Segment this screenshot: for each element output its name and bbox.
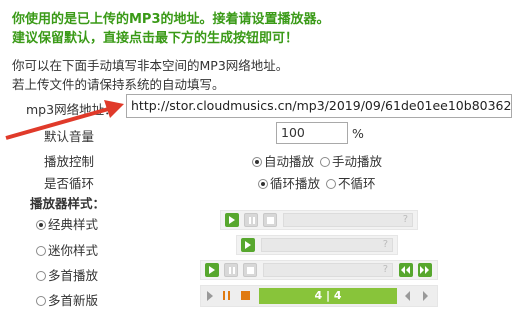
volume-unit: %: [352, 126, 364, 141]
progress-track: ?: [263, 263, 393, 277]
style-multi-dot[interactable]: [36, 271, 46, 281]
track-status: ?: [382, 239, 388, 250]
style-classic-dot[interactable]: [36, 220, 46, 230]
play-control-label: 播放控制: [44, 154, 95, 169]
radio-autoplay[interactable]: 自动播放: [252, 151, 314, 170]
style-multi[interactable]: 多首播放: [36, 265, 98, 284]
classic-player-preview: ?: [220, 210, 418, 230]
radio-no-loop-dot[interactable]: [326, 179, 336, 189]
style-multi-new[interactable]: 多首新版: [36, 290, 98, 309]
style-mini[interactable]: 迷你样式: [36, 240, 98, 259]
play-icon: [207, 291, 213, 301]
stop-icon: [241, 291, 250, 300]
mini-player-preview: ?: [236, 235, 398, 255]
volume-label: 默认音量: [44, 129, 95, 144]
next-track-icon: [423, 291, 428, 301]
note-line-1: 你可以在下面手动填写非本空间的MP3网络地址。: [12, 58, 289, 73]
radio-manual-label: 手动播放: [332, 154, 383, 169]
progress-track: ?: [261, 238, 393, 252]
mp3-url-input[interactable]: http://stor.cloudmusics.cn/mp3/2019/09/6…: [126, 94, 512, 118]
previous-track-icon: [405, 291, 410, 301]
style-classic-label: 经典样式: [48, 217, 99, 232]
play-icon: [241, 238, 255, 252]
play-icon: [205, 263, 219, 277]
radio-autoplay-label: 自动播放: [264, 154, 315, 169]
pause-icon: [224, 263, 238, 277]
style-multi-label: 多首播放: [48, 268, 99, 283]
style-mini-label: 迷你样式: [48, 243, 99, 258]
multi-new-player-preview: 4 | 4: [200, 285, 438, 307]
pause-icon: [244, 213, 258, 227]
hint-line-1: 你使用的是已上传的MP3的地址。接着请设置播放器。: [12, 12, 330, 27]
previous-track-icon: [399, 263, 413, 277]
radio-manual-dot[interactable]: [320, 157, 330, 167]
style-multi-new-dot[interactable]: [36, 296, 46, 306]
pause-icon-bar: [228, 291, 230, 300]
radio-autoplay-dot[interactable]: [252, 157, 262, 167]
radio-no-loop[interactable]: 不循环: [326, 173, 376, 192]
radio-loop[interactable]: 循环播放: [258, 173, 320, 192]
stop-icon: [263, 213, 277, 227]
multi-player-preview: ?: [200, 260, 438, 280]
hint-line-2: 建议保留默认，直接点击最下方的生成按钮即可！: [12, 31, 299, 46]
note-line-2: 若上传文件的请保持系统的自动填写。: [12, 77, 225, 92]
radio-manual[interactable]: 手动播放: [320, 151, 382, 170]
progress-track: ?: [283, 213, 413, 227]
radio-no-loop-label: 不循环: [338, 176, 376, 191]
next-track-icon: [418, 263, 432, 277]
radio-loop-label: 循环播放: [270, 176, 321, 191]
track-counter: 4 | 4: [259, 288, 397, 304]
url-label: mp3网络地址：: [26, 102, 117, 117]
style-classic[interactable]: 经典样式: [36, 214, 98, 233]
track-status: ?: [382, 264, 388, 275]
play-icon: [225, 213, 239, 227]
style-mini-dot[interactable]: [36, 246, 46, 256]
style-multi-new-label: 多首新版: [48, 293, 99, 308]
radio-loop-dot[interactable]: [258, 179, 268, 189]
stop-icon: [243, 263, 257, 277]
player-style-label: 播放器样式：: [30, 196, 106, 211]
track-status: ?: [402, 214, 408, 225]
volume-input[interactable]: 100: [276, 122, 348, 144]
pause-icon: [223, 291, 225, 300]
loop-label: 是否循环: [44, 176, 95, 191]
